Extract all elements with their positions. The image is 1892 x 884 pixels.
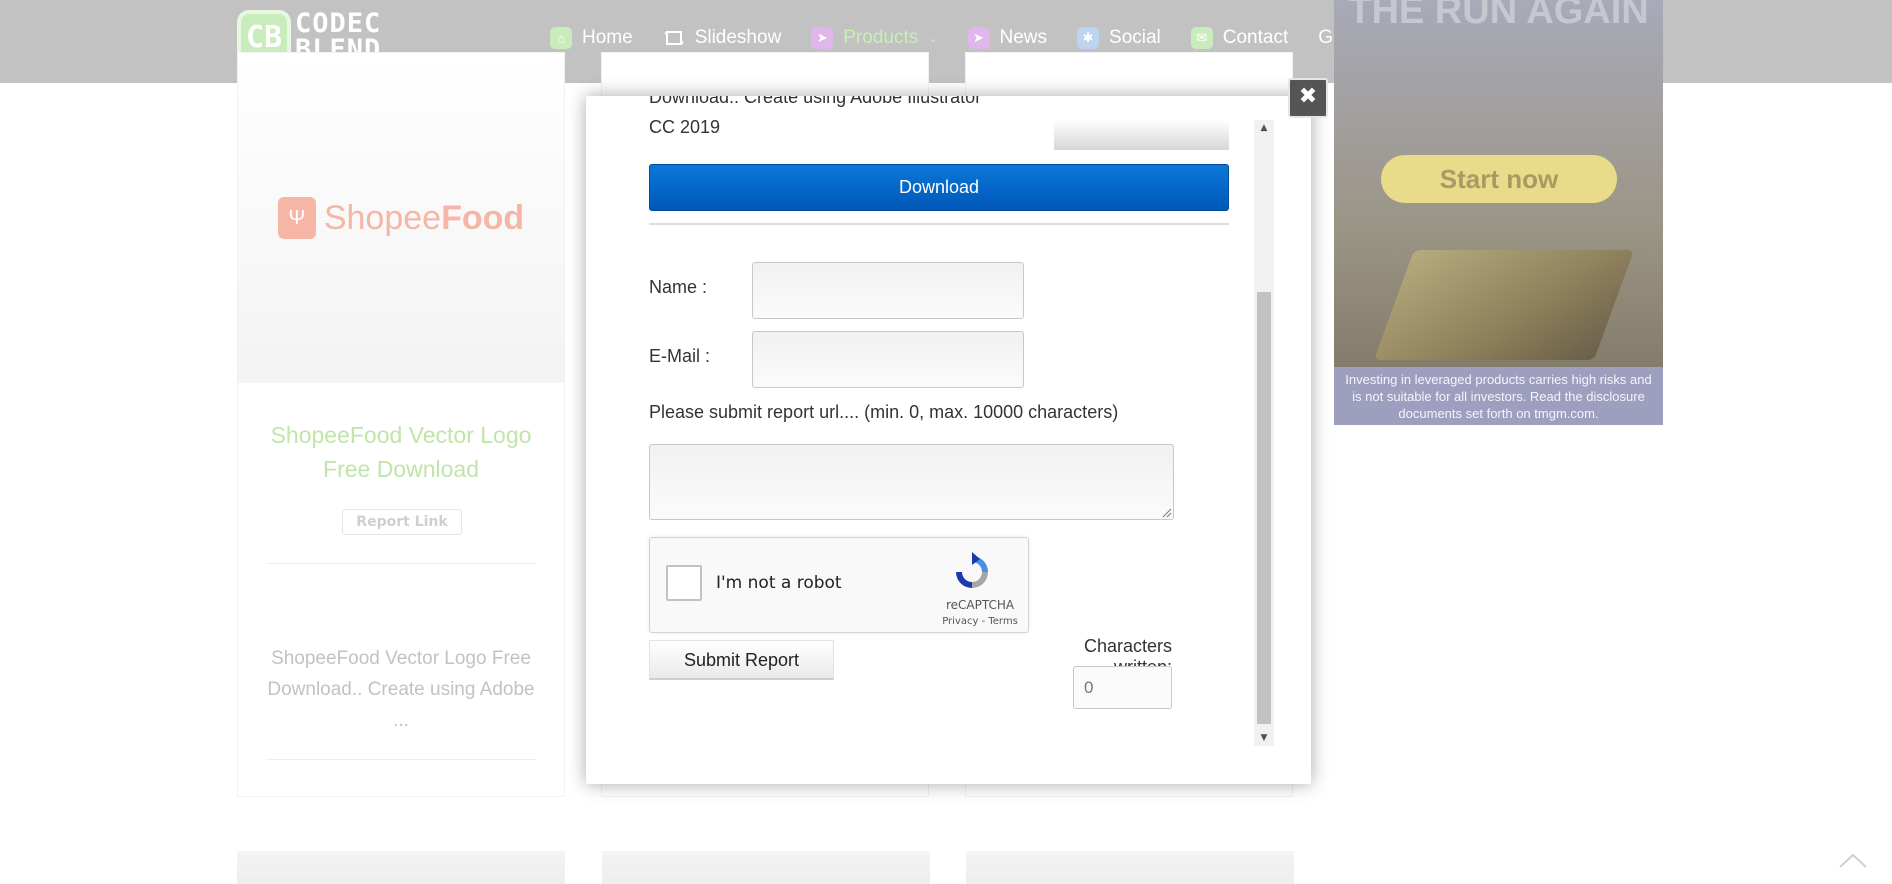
nav-item-products[interactable]: ➤ Products ⌄ — [811, 27, 938, 49]
back-to-top-icon[interactable] — [1838, 850, 1868, 870]
product-image[interactable]: Ψ Shopee Food — [238, 53, 564, 383]
product-card[interactable] — [602, 851, 930, 884]
product-title[interactable]: ShopeeFood Vector Logo Free Download — [258, 418, 544, 486]
send-icon: ➤ — [967, 27, 990, 49]
resize-handle-icon[interactable] — [1162, 508, 1172, 518]
product-card[interactable] — [237, 851, 565, 884]
nav-item-news[interactable]: ➤ News — [967, 27, 1048, 49]
download-button[interactable]: Download — [649, 164, 1229, 211]
ad-start-button[interactable]: Start now — [1381, 155, 1617, 203]
divider — [266, 759, 536, 760]
scroll-down-icon[interactable]: ▼ — [1254, 730, 1274, 746]
recaptcha-widget: I'm not a robot reCAPTCHA Privacy - Term… — [649, 537, 1029, 633]
recaptcha-label: I'm not a robot — [716, 573, 842, 593]
characters-written-counter — [1073, 666, 1172, 709]
shopeefood-logo: Ψ Shopee Food — [277, 197, 525, 239]
recaptcha-checkbox[interactable] — [666, 565, 702, 601]
report-url-hint: Please submit report url.... (min. 0, ma… — [649, 402, 1119, 422]
close-icon[interactable]: ✖ — [1288, 78, 1328, 118]
product-card[interactable]: Ψ Shopee Food ShopeeFood Vector Logo Free… — [237, 52, 565, 797]
scroll-thumb[interactable] — [1257, 292, 1271, 724]
ad-disclaimer: Investing in leveraged products carries … — [1334, 367, 1663, 425]
advertisement[interactable]: THE RUN AGAIN Start now Investing in lev… — [1334, 0, 1663, 425]
recaptcha-logo-icon — [956, 552, 988, 588]
report-modal: Download.. Create using Adobe Illustrato… — [586, 96, 1311, 784]
modal-description: Download.. Create using Adobe Illustrato… — [649, 96, 982, 137]
nav-label: News — [999, 27, 1048, 48]
preview-thumbnail — [1054, 120, 1229, 150]
logo-wordmark: Shopee — [323, 198, 442, 237]
logo-wordmark-bold: Food — [441, 198, 525, 237]
nav-item-slideshow[interactable]: Slideshow — [663, 27, 782, 49]
modal-content: Download.. Create using Adobe Illustrato… — [586, 96, 1252, 746]
nav-label: Contact — [1222, 27, 1289, 48]
nav-item-contact[interactable]: ✉ Contact — [1190, 27, 1289, 49]
chevron-down-icon: ⌄ — [928, 32, 938, 45]
slideshow-icon — [663, 27, 685, 49]
divider — [266, 563, 536, 564]
email-label: E-Mail : — [649, 346, 711, 366]
name-input[interactable] — [752, 262, 1024, 319]
scroll-up-icon[interactable]: ▲ — [1254, 120, 1274, 136]
divider — [649, 223, 1229, 225]
product-card[interactable] — [966, 851, 1294, 884]
recaptcha-brand: reCAPTCHA — [945, 598, 1015, 612]
report-url-textarea[interactable] — [649, 444, 1174, 520]
nav-label: Home — [582, 27, 633, 48]
nav-label: Slideshow — [694, 27, 782, 48]
home-icon: ⌂ — [550, 27, 572, 49]
mail-icon: ✉ — [1190, 27, 1213, 49]
email-input[interactable] — [752, 331, 1024, 388]
submit-report-button[interactable]: Submit Report — [649, 640, 834, 680]
main-nav: ⌂ Home Slideshow ➤ Products ⌄ ➤ News ✱ S… — [550, 22, 1403, 54]
nav-label: Social — [1109, 27, 1161, 48]
modal-scrollbar[interactable]: ▲ ▼ — [1254, 120, 1274, 746]
nav-item-home[interactable]: ⌂ Home — [550, 27, 633, 49]
product-description: ShopeeFood Vector Logo Free Download.. C… — [267, 648, 535, 731]
nav-item-social[interactable]: ✱ Social — [1077, 27, 1161, 49]
ad-image — [1373, 250, 1635, 360]
ad-headline: THE RUN AGAIN — [1348, 0, 1649, 32]
recaptcha-terms-link[interactable]: Privacy - Terms — [940, 616, 1020, 627]
shopping-bag-icon: Ψ — [277, 197, 316, 239]
nav-label: Products — [843, 27, 919, 48]
send-icon: ➤ — [811, 27, 834, 49]
name-label: Name : — [649, 277, 708, 297]
report-link-button[interactable]: Report Link — [342, 509, 462, 535]
social-icon: ✱ — [1077, 27, 1100, 49]
